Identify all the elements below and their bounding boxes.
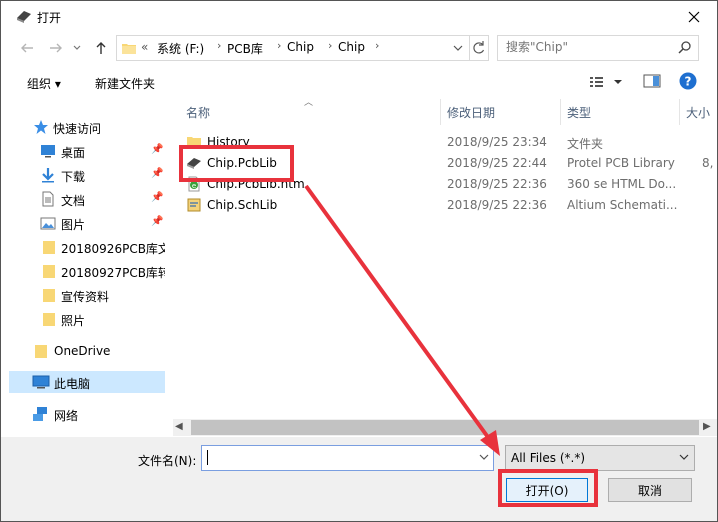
annotation-arrow — [304, 184, 500, 456]
